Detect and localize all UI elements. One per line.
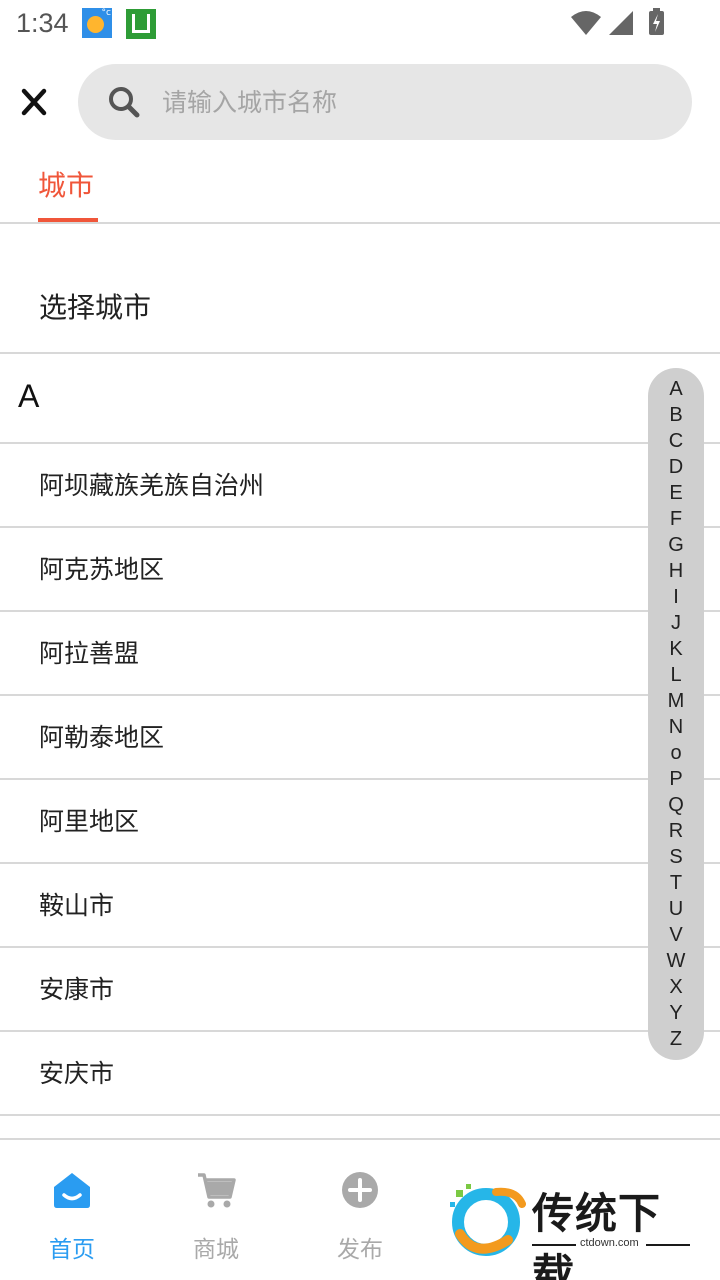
index-letter-i[interactable]: I	[648, 584, 704, 610]
watermark-subtitle: ctdown.com	[532, 1237, 690, 1252]
index-letter-c[interactable]: C	[648, 428, 704, 454]
index-letter-n[interactable]: N	[648, 714, 704, 740]
city-list-item[interactable]: 阿拉善盟	[0, 612, 720, 696]
tab-city-label: 城市	[38, 169, 95, 202]
city-name: 阿坝藏族羌族自治州	[39, 471, 265, 500]
city-name: 阿克苏地区	[39, 555, 165, 584]
index-letter-f[interactable]: F	[648, 506, 704, 532]
city-list-item[interactable]: 阿克苏地区	[0, 528, 720, 612]
index-letter-u[interactable]: U	[648, 896, 704, 922]
index-letter-x[interactable]: X	[648, 974, 704, 1000]
cart-icon	[198, 1173, 236, 1208]
index-letter-o[interactable]: o	[648, 740, 704, 766]
city-name: 阿里地区	[39, 807, 140, 836]
index-letter-y[interactable]: Y	[648, 1000, 704, 1026]
city-name: 阿勒泰地区	[39, 723, 165, 752]
index-letter-v[interactable]: V	[648, 922, 704, 948]
index-letter-g[interactable]: G	[648, 532, 704, 558]
watermark-url: ctdown.com	[580, 1237, 639, 1249]
watermark-icon	[450, 1184, 526, 1256]
search-input[interactable]	[162, 80, 662, 124]
search-icon	[109, 87, 140, 118]
select-city-heading: 选择城市	[0, 262, 720, 354]
index-letter-w[interactable]: W	[648, 948, 704, 974]
search-box[interactable]	[78, 64, 692, 140]
index-letter-d[interactable]: D	[648, 454, 704, 480]
index-letter-s[interactable]: S	[648, 844, 704, 870]
watermark-title: 传统下载	[532, 1189, 662, 1280]
city-name: 阿拉善盟	[39, 639, 140, 668]
index-letter-h[interactable]: H	[648, 558, 704, 584]
cellular-signal-icon	[609, 11, 633, 35]
city-list-item[interactable]: 阿勒泰地区	[0, 696, 720, 780]
status-bar: 1:34 °c	[0, 0, 720, 50]
city-name: 鞍山市	[39, 891, 115, 920]
city-list-item[interactable]: 安庆市	[0, 1032, 720, 1116]
index-letter-a[interactable]: A	[648, 376, 704, 402]
index-letter-z[interactable]: Z	[648, 1026, 704, 1052]
city-list-item[interactable]: 阿坝藏族羌族自治州	[0, 444, 720, 528]
select-city-label: 选择城市	[39, 291, 152, 324]
city-name: 安庆市	[39, 1059, 115, 1088]
index-letter-m[interactable]: M	[648, 688, 704, 714]
nav-label-post: 发布	[337, 1237, 383, 1263]
alphabet-index[interactable]: A B C D E F G H I J K L M N o P Q R S T …	[648, 368, 704, 1060]
wifi-icon	[571, 11, 601, 35]
section-letter: A	[18, 378, 40, 414]
close-icon	[21, 88, 47, 116]
status-icons	[570, 8, 670, 38]
nav-item-home[interactable]: 首页	[22, 1170, 122, 1264]
close-button[interactable]	[14, 80, 54, 124]
plus-circle-icon	[342, 1172, 378, 1208]
index-letter-q[interactable]: Q	[648, 792, 704, 818]
tab-city[interactable]: 城市	[38, 150, 98, 222]
status-time: 1:34	[16, 8, 69, 38]
tab-active-indicator	[38, 218, 98, 222]
index-letter-e[interactable]: E	[648, 480, 704, 506]
index-letter-r[interactable]: R	[648, 818, 704, 844]
app-notification-icon	[126, 9, 156, 39]
tab-bar: 城市	[0, 150, 720, 224]
index-letter-k[interactable]: K	[648, 636, 704, 662]
section-header-a: A	[0, 354, 720, 444]
battery-charging-icon	[649, 8, 664, 35]
index-letter-t[interactable]: T	[648, 870, 704, 896]
index-letter-j[interactable]: J	[648, 610, 704, 636]
nav-label-mall: 商城	[193, 1237, 239, 1263]
city-list-item[interactable]: 安康市	[0, 948, 720, 1032]
nav-label-home: 首页	[49, 1237, 95, 1263]
home-icon	[54, 1173, 90, 1208]
nav-item-mall[interactable]: 商城	[166, 1170, 266, 1264]
city-list-item[interactable]: 阿里地区	[0, 780, 720, 864]
city-list: 阿坝藏族羌族自治州 阿克苏地区 阿拉善盟 阿勒泰地区 阿里地区 鞍山市 安康市 …	[0, 444, 720, 1116]
city-list-item[interactable]: 鞍山市	[0, 864, 720, 948]
weather-icon: °c	[82, 8, 112, 38]
watermark-logo: 传统下载 ctdown.com	[446, 1180, 696, 1280]
city-name: 安康市	[39, 975, 115, 1004]
index-letter-l[interactable]: L	[648, 662, 704, 688]
weather-degree: °c	[101, 8, 111, 18]
index-letter-b[interactable]: B	[648, 402, 704, 428]
nav-item-post[interactable]: 发布	[310, 1170, 410, 1264]
index-letter-p[interactable]: P	[648, 766, 704, 792]
